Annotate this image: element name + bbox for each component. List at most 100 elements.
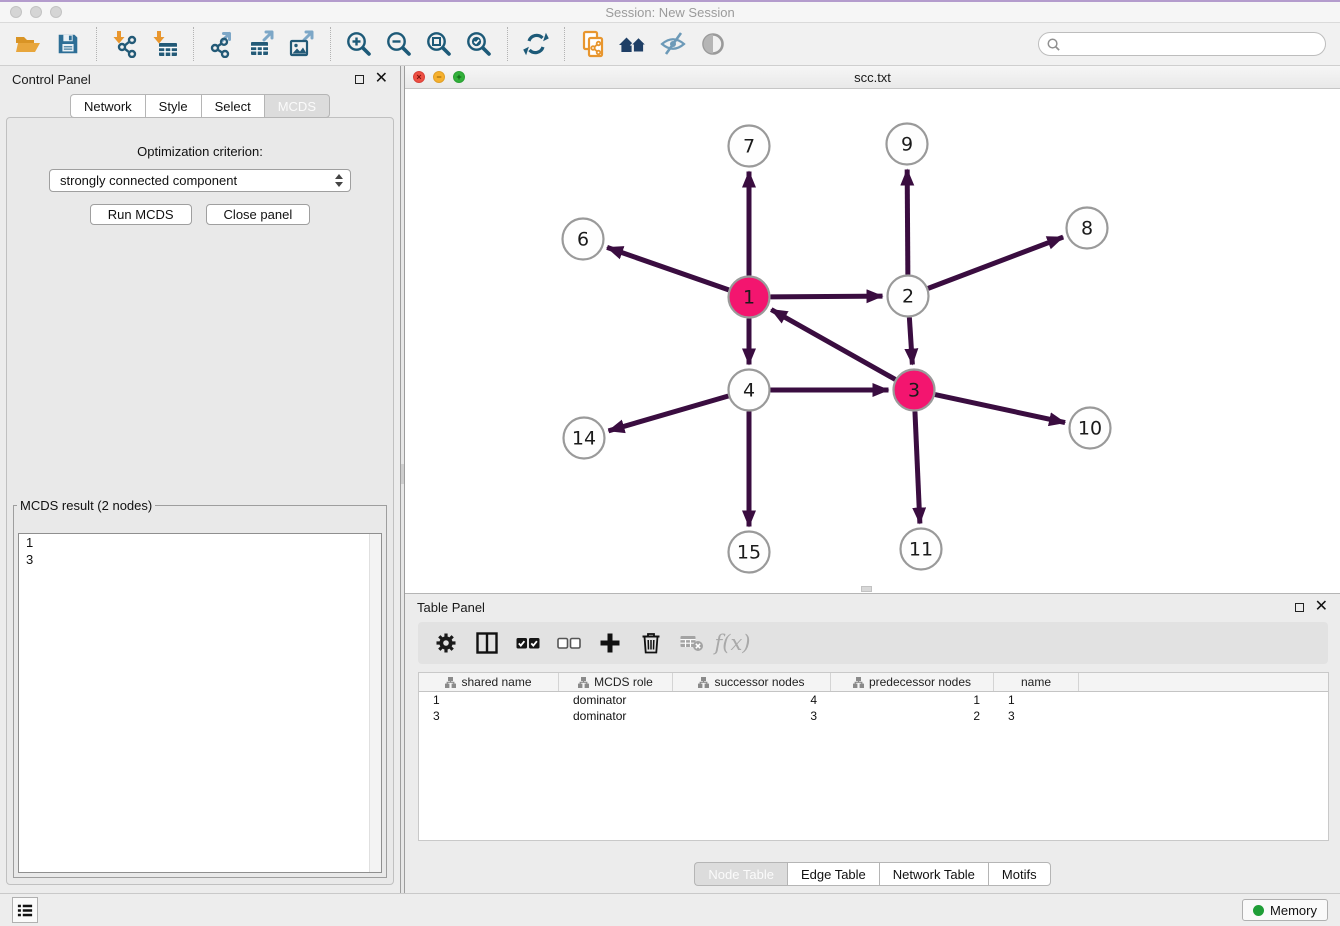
graph-edge-1-6[interactable] (607, 247, 729, 289)
network-minimize-button[interactable]: − (433, 71, 445, 83)
select-all-rows-button[interactable] (514, 630, 541, 657)
close-table-panel-icon[interactable]: ✕ (1315, 601, 1328, 613)
add-column-button[interactable] (596, 630, 623, 657)
tab-style[interactable]: Style (145, 94, 201, 118)
column-header-filler (1079, 673, 1328, 691)
result-scrollbar[interactable] (369, 534, 381, 872)
mcds-result-list[interactable]: 13 (18, 533, 382, 873)
graph-edge-3-11[interactable] (915, 411, 920, 523)
graph-edge-1-2[interactable] (770, 296, 882, 297)
network-canvas[interactable]: 7 9 6 8 1 2 4 3 14 10 15 11 (405, 89, 1340, 593)
mcds-result-items: 13 (19, 534, 381, 568)
graph-edge-4-14[interactable] (608, 396, 728, 431)
graph-edge-2-9[interactable] (907, 169, 908, 274)
float-panel-icon[interactable] (355, 75, 364, 84)
table-row[interactable]: 1dominator411 (419, 692, 1328, 708)
show-all-button[interactable] (695, 27, 731, 61)
delete-column-button[interactable] (637, 630, 664, 657)
graph-edge-2-3[interactable] (909, 317, 912, 364)
graph-node-8[interactable]: 8 (1067, 208, 1108, 249)
column-header-successor-nodes[interactable]: successor nodes (673, 673, 831, 691)
graph-edge-3-10[interactable] (935, 395, 1065, 423)
search-input[interactable] (1061, 36, 1325, 53)
hide-selected-button[interactable] (655, 27, 691, 61)
tab-network[interactable]: Network (70, 94, 145, 118)
import-table-button[interactable] (147, 27, 183, 61)
tab-node-table[interactable]: Node Table (694, 862, 787, 886)
maximize-window-button[interactable] (50, 6, 62, 18)
graph-node-10[interactable]: 10 (1070, 408, 1111, 449)
tab-mcds[interactable]: MCDS (264, 94, 330, 118)
optimization-criterion-select[interactable]: strongly connected component (49, 169, 351, 192)
graph-node-9[interactable]: 9 (887, 124, 928, 165)
node-table: shared nameMCDS rolesuccessor nodesprede… (418, 672, 1329, 841)
tab-edge-table[interactable]: Edge Table (787, 862, 879, 886)
import-network-button[interactable] (107, 27, 143, 61)
zoom-selected-button[interactable] (461, 27, 497, 61)
network-graph[interactable]: 7 9 6 8 1 2 4 3 14 10 15 11 (405, 89, 1340, 593)
zoom-out-button[interactable] (381, 27, 417, 61)
open-file-button[interactable] (10, 27, 46, 61)
network-maximize-button[interactable]: + (453, 71, 465, 83)
graph-node-label: 9 (901, 134, 913, 156)
graph-node-2[interactable]: 2 (888, 276, 929, 317)
minimize-window-button[interactable] (30, 6, 42, 18)
canvas-resize-handle[interactable] (861, 586, 872, 592)
graph-node-6[interactable]: 6 (563, 219, 604, 260)
zoom-in-button[interactable] (341, 27, 377, 61)
close-panel-button[interactable]: Close panel (206, 204, 311, 225)
delete-table-button[interactable] (678, 630, 705, 657)
splitter-handle[interactable] (401, 464, 404, 484)
tab-select[interactable]: Select (201, 94, 264, 118)
graph-node-3[interactable]: 3 (894, 370, 935, 411)
table-row[interactable]: 3dominator323 (419, 708, 1328, 724)
refresh-icon (522, 30, 550, 58)
graph-node-4[interactable]: 4 (729, 370, 770, 411)
close-window-button[interactable] (10, 6, 22, 18)
search-box[interactable] (1038, 32, 1326, 56)
graph-node-15[interactable]: 15 (729, 532, 770, 573)
column-header-predecessor-nodes[interactable]: predecessor nodes (831, 673, 994, 691)
save-session-button[interactable] (50, 27, 86, 61)
trash-icon (640, 632, 662, 654)
dropdown-selected-value: strongly connected component (60, 173, 237, 188)
graph-node-14[interactable]: 14 (564, 418, 605, 459)
network-close-button[interactable]: × (413, 71, 425, 83)
column-header-MCDS-role[interactable]: MCDS role (559, 673, 673, 691)
refresh-layout-button[interactable] (518, 27, 554, 61)
tab-motifs[interactable]: Motifs (988, 862, 1051, 886)
table-settings-button[interactable] (432, 630, 459, 657)
float-table-panel-icon[interactable] (1295, 603, 1304, 612)
function-builder-button[interactable]: f(x) (719, 630, 746, 657)
memory-label: Memory (1270, 903, 1317, 918)
mcds-result-item[interactable]: 1 (19, 534, 381, 551)
table-cell: 3 (673, 709, 831, 723)
graph-node-label: 6 (577, 229, 589, 251)
dropdown-stepper-icon (335, 174, 345, 187)
graph-edge-2-8[interactable] (928, 237, 1063, 288)
column-panel-button[interactable] (473, 630, 500, 657)
memory-button[interactable]: Memory (1242, 899, 1328, 921)
graph-node-7[interactable]: 7 (729, 126, 770, 167)
clone-network-button[interactable] (575, 27, 611, 61)
toolbar-separator (96, 27, 97, 61)
first-neighbors-button[interactable] (615, 27, 651, 61)
column-header-name[interactable]: name (994, 673, 1079, 691)
right-column: × − + scc.txt 7968124314101511 Table Pan… (405, 66, 1340, 893)
zoom-fit-button[interactable] (421, 27, 457, 61)
export-table-button[interactable] (244, 27, 280, 61)
graph-node-label: 7 (743, 136, 755, 158)
tab-network-table[interactable]: Network Table (879, 862, 988, 886)
deselect-all-rows-button[interactable] (555, 630, 582, 657)
export-image-button[interactable] (284, 27, 320, 61)
run-mcds-button[interactable]: Run MCDS (90, 204, 192, 225)
column-header-shared-name[interactable]: shared name (419, 673, 559, 691)
graph-node-11[interactable]: 11 (901, 529, 942, 570)
close-panel-icon[interactable]: ✕ (375, 73, 388, 85)
graph-node-1[interactable]: 1 (729, 277, 770, 318)
mcds-result-item[interactable]: 3 (19, 551, 381, 568)
export-network-button[interactable] (204, 27, 240, 61)
memory-status-icon (1253, 905, 1264, 916)
task-history-button[interactable] (12, 897, 38, 923)
graph-edge-3-1[interactable] (771, 310, 895, 380)
